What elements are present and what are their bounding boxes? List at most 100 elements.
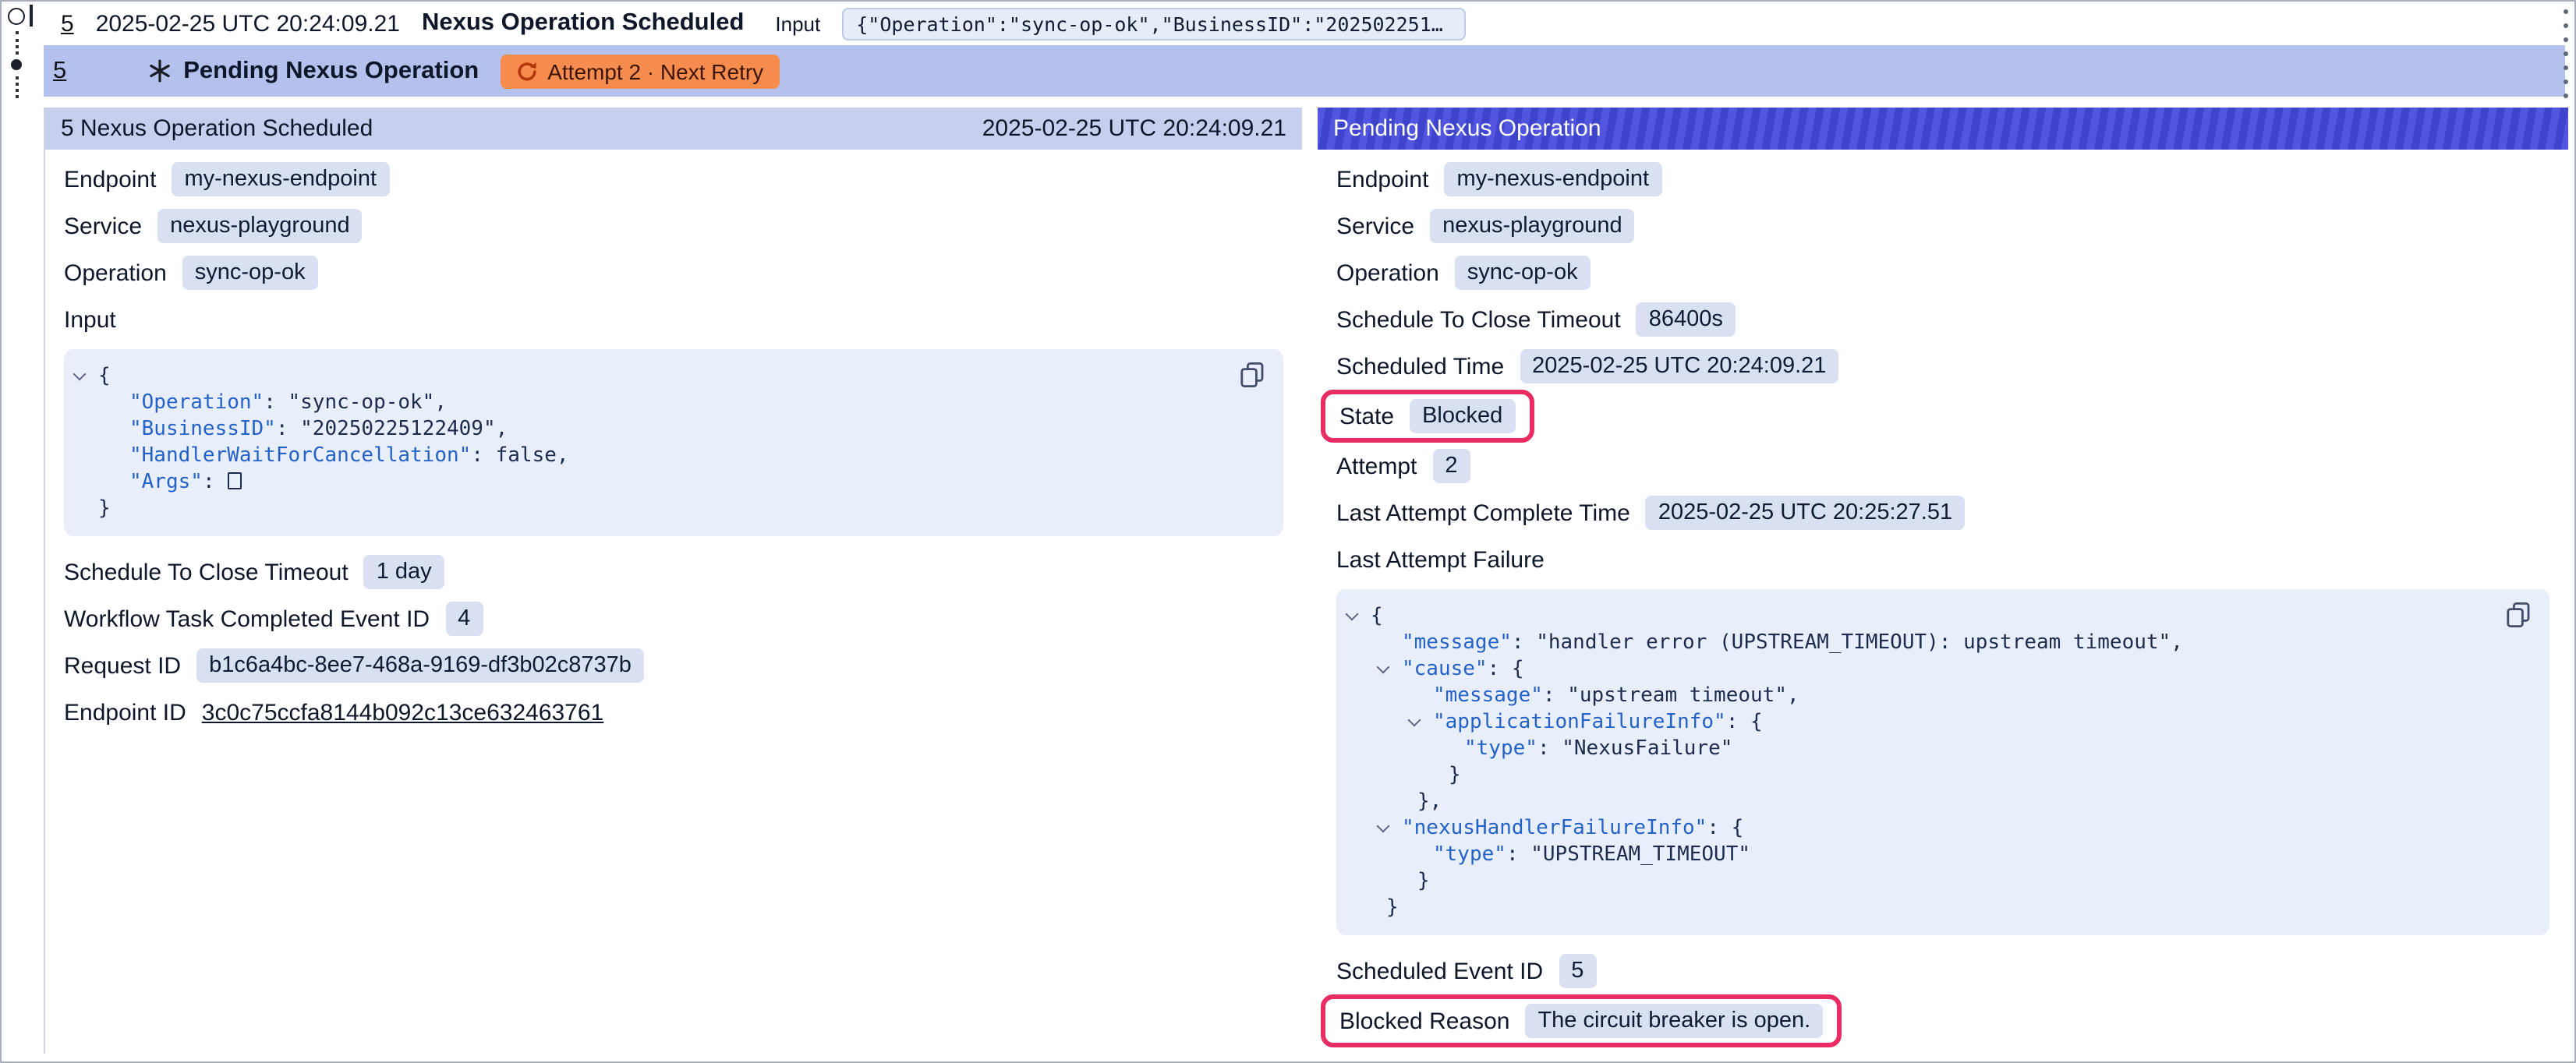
annotation-highlight-box: Blocked ReasonThe circuit breaker is ope…: [1321, 994, 1842, 1047]
input-json-viewer: {"Operation": "sync-op-ok","BusinessID":…: [64, 349, 1283, 536]
detail-field: Endpoint ID 3c0c75ccfa8144b092c13ce632463…: [64, 695, 1283, 729]
code-token: },: [1417, 790, 1442, 814]
code-token: "nexusHandlerFailureInfo": [1402, 817, 1707, 840]
code-token: "BusinessID": [129, 418, 276, 441]
code-token: }: [98, 497, 111, 521]
field-label: Workflow Task Completed Event ID: [64, 606, 430, 632]
detail-field: Service nexus-playground: [1336, 209, 2549, 243]
field-value-badge: b1c6a4bc-8ee7-468a-9169-df3b02c8737b: [196, 648, 644, 683]
code-line: }: [1336, 762, 2487, 789]
code-token: :: [276, 418, 300, 441]
field-value-badge: 86400s: [1637, 302, 1736, 337]
code-token: "sync-op-ok": [288, 391, 435, 415]
event-id-link[interactable]: 5: [61, 10, 74, 37]
code-token: ,: [496, 418, 508, 441]
field-label: State: [1339, 403, 1394, 429]
detail-field: Schedule To Close Timeout 86400s: [1336, 302, 2549, 337]
collapse-chevron-icon[interactable]: [1408, 714, 1421, 727]
code-token: "HandlerWaitForCancellation": [129, 444, 471, 468]
field-label: Scheduled Time: [1336, 353, 1504, 380]
event-input-label: Input: [775, 12, 820, 35]
code-line: "BusinessID": "20250225122409",: [64, 416, 1221, 443]
code-token: :: [1537, 737, 1562, 761]
collapse-chevron-icon[interactable]: [1346, 608, 1359, 621]
annotation-highlight-box: State Blocked: [1321, 390, 1534, 443]
code-line: {: [1336, 603, 2487, 630]
code-line: "message": "handler error (UPSTREAM_TIME…: [1336, 630, 2487, 656]
panel-resize-handle[interactable]: [2564, 9, 2568, 98]
code-token: }: [1417, 870, 1430, 893]
section-label-row: Last Attempt Failure: [1336, 542, 2549, 577]
field-label: Schedule To Close Timeout: [1336, 306, 1621, 333]
event-detail-header-title: 5 Nexus Operation Scheduled: [61, 115, 373, 142]
code-token: "UPSTREAM_TIMEOUT": [1530, 843, 1750, 867]
field-value-link[interactable]: 3c0c75ccfa8144b092c13ce632463761: [202, 699, 603, 726]
event-timestamp: 2025-02-25 UTC 20:24:09.21: [96, 10, 400, 37]
code-line: "Operation": "sync-op-ok",: [64, 390, 1221, 416]
section-label-row: Input: [64, 302, 1283, 337]
code-token: ,: [1787, 684, 1799, 708]
code-token: :: [1726, 711, 1750, 734]
code-line: "applicationFailureInfo": {: [1336, 709, 2487, 736]
code-token: "cause": [1402, 658, 1488, 681]
detail-field: Last Attempt Complete Time 2025-02-25 UTC…: [1336, 496, 2549, 530]
event-detail-header: 5 Nexus Operation Scheduled 2025-02-25 U…: [45, 108, 1302, 150]
code-token: "handler error (UPSTREAM_TIMEOUT): upstr…: [1536, 631, 2171, 655]
pending-operation-header-title: Pending Nexus Operation: [1333, 115, 1601, 142]
event-history-detail-page: 5 2025-02-25 UTC 20:24:09.21 Nexus Opera…: [0, 0, 2576, 1063]
event-input-preview-badge[interactable]: {"Operation":"sync-op-ok","BusinessID":"…: [842, 7, 1466, 40]
pending-operation-title: Pending Nexus Operation: [183, 57, 479, 85]
field-value-badge: 1 day: [364, 555, 444, 589]
code-line: },: [1336, 789, 2487, 815]
field-value-badge: 2025-02-25 UTC 20:24:09.21: [1520, 349, 1838, 383]
field-value-badge: 2025-02-25 UTC 20:25:27.51: [1646, 496, 1965, 530]
event-detail-header-timestamp: 2025-02-25 UTC 20:24:09.21: [982, 115, 1286, 142]
code-line: }: [1336, 895, 2487, 921]
code-token: {: [1371, 605, 1383, 628]
pending-event-id-link[interactable]: 5: [53, 57, 66, 85]
field-label: Service: [1336, 213, 1414, 239]
field-value-badge: Blocked: [1410, 399, 1515, 433]
code-line: "type": "UPSTREAM_TIMEOUT": [1336, 842, 2487, 868]
code-token: "applicationFailureInfo": [1433, 711, 1726, 734]
timeline-node-circle-icon: [8, 8, 25, 25]
event-summary-row[interactable]: 5 2025-02-25 UTC 20:24:09.21 Nexus Opera…: [44, 2, 2565, 45]
collapse-chevron-icon[interactable]: [1377, 661, 1390, 674]
field-label: Attempt: [1336, 453, 1417, 479]
failure-json-viewer: {"message": "handler error (UPSTREAM_TIM…: [1336, 589, 2549, 935]
timeline-dotted-connector: [16, 31, 19, 55]
code-line: "nexusHandlerFailureInfo": {: [1336, 815, 2487, 842]
retry-badge-label: Attempt 2 · Next Retry: [547, 58, 763, 83]
field-label: Endpoint ID: [64, 699, 186, 726]
collapse-chevron-icon[interactable]: [73, 368, 87, 381]
code-token: :: [1707, 817, 1731, 840]
retry-icon: [516, 60, 538, 82]
event-title: Nexus Operation Scheduled: [422, 9, 744, 37]
detail-field: State Blocked: [1336, 396, 2549, 436]
detail-field: Scheduled Time 2025-02-25 UTC 20:24:09.21: [1336, 349, 2549, 383]
code-line: {: [64, 363, 1221, 390]
code-token: :: [471, 444, 495, 468]
code-token: }: [1449, 764, 1461, 787]
field-value-badge: nexus-playground: [1430, 209, 1635, 243]
field-value-badge: 2: [1432, 449, 1470, 483]
field-value-badge: my-nexus-endpoint: [172, 162, 389, 196]
code-token: "message": [1402, 631, 1512, 655]
code-token: "message": [1433, 684, 1543, 708]
collapse-chevron-icon[interactable]: [1377, 820, 1390, 833]
copy-icon-button[interactable]: [1240, 362, 1265, 388]
field-value-badge: nexus-playground: [157, 209, 363, 243]
detail-field: Endpointmy-nexus-endpoint: [1336, 162, 2549, 196]
code-token: "Operation": [129, 391, 264, 415]
pending-operation-row[interactable]: 5 Pending Nexus Operation Attempt 2 · Ne…: [44, 45, 2565, 97]
field-label: Endpoint: [1336, 166, 1428, 192]
code-line: }: [64, 496, 1221, 522]
code-line: "message": "upstream timeout",: [1336, 683, 2487, 709]
pending-operation-body: Endpointmy-nexus-endpoint Service nexus-pl…: [1318, 162, 2568, 1041]
code-token: "type": [1464, 737, 1537, 761]
field-label: Last Attempt Complete Time: [1336, 500, 1630, 526]
field-value-badge: The circuit breaker is open.: [1525, 1004, 1823, 1038]
pending-operation-header: Pending Nexus Operation: [1318, 108, 2568, 150]
copy-icon-button[interactable]: [2506, 602, 2531, 628]
code-token: {: [1750, 711, 1763, 734]
